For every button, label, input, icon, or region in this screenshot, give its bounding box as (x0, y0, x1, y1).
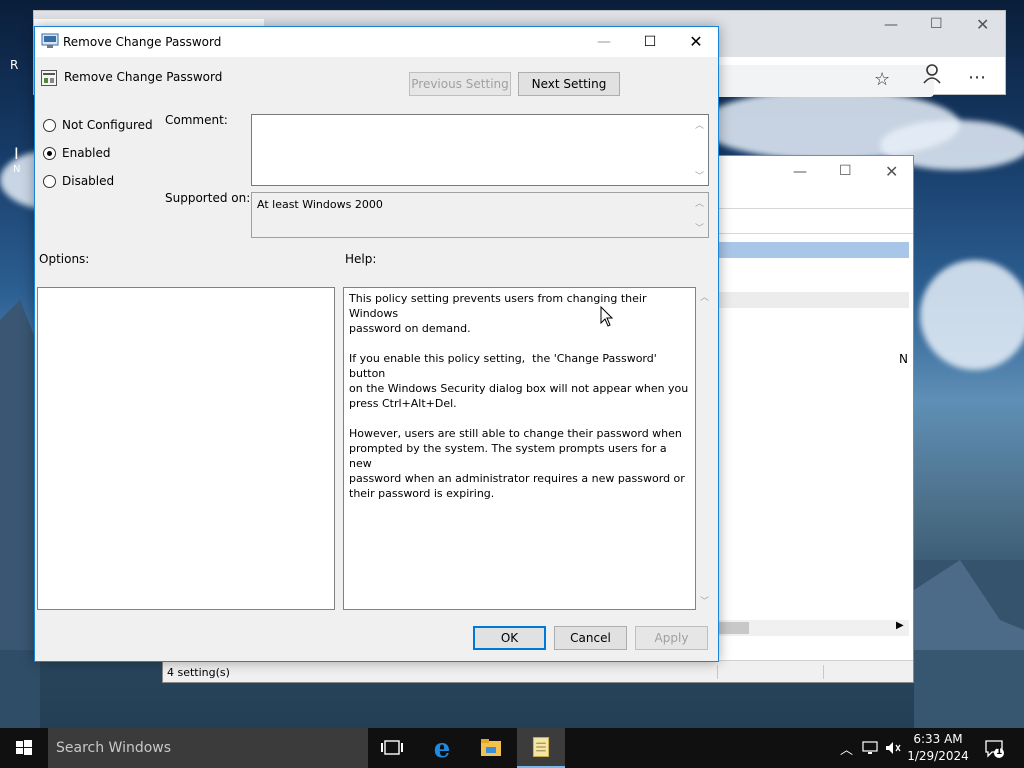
desktop-text-fragment: I (14, 144, 19, 163)
task-view-icon[interactable] (368, 728, 416, 768)
help-scrollbar[interactable]: ︿ ﹀ (696, 287, 713, 610)
options-panel (37, 287, 335, 610)
notepad-icon[interactable] (517, 728, 565, 768)
supported-on-field: At least Windows 2000 ︿ ﹀ (251, 192, 709, 238)
action-center-icon[interactable] (984, 739, 1006, 759)
scroll-down-icon[interactable]: ﹀ (696, 594, 713, 607)
minimize-icon[interactable]: — (581, 27, 627, 57)
radio-button[interactable] (43, 118, 56, 132)
scroll-down-icon[interactable]: ﹀ (691, 221, 708, 234)
comment-label: Comment: (165, 113, 228, 127)
volume-muted-icon[interactable] (884, 740, 902, 756)
radio-disabled[interactable]: Disabled (43, 174, 114, 188)
comment-scrollbar[interactable]: ︿ ﹀ (691, 115, 708, 185)
minimize-icon[interactable]: — (884, 17, 898, 33)
setting-icon (41, 70, 57, 86)
close-icon[interactable]: ✕ (976, 15, 989, 34)
close-icon[interactable]: ✕ (885, 162, 898, 181)
supported-scrollbar[interactable]: ︿ ﹀ (691, 193, 708, 237)
search-placeholder: Search Windows (56, 740, 172, 756)
profile-icon[interactable] (922, 63, 942, 85)
help-text: This policy setting prevents users from … (349, 292, 689, 500)
desktop-text-fragment: N (13, 164, 21, 175)
more-icon[interactable]: ⋯ (968, 67, 987, 88)
taskbar: Search Windows e ︿ 6:33 AM 1/29/2024 1 (0, 728, 1024, 768)
comment-textarea[interactable]: ︿ ﹀ (251, 114, 709, 186)
taskbar-search-box[interactable]: Search Windows (48, 728, 368, 768)
radio-not-configured[interactable]: Not Configured (43, 118, 153, 132)
scroll-up-icon[interactable]: ︿ (691, 118, 708, 131)
radio-button[interactable] (43, 174, 56, 188)
mouse-cursor-icon (600, 306, 614, 327)
apply-button[interactable]: Apply (635, 626, 708, 650)
list-selected-row[interactable] (713, 242, 909, 258)
dialog-title: Remove Change Password (63, 35, 222, 49)
dialog-titlebar[interactable]: Remove Change Password — ☐ ✕ (35, 27, 718, 57)
edge-icon[interactable]: e (418, 728, 466, 768)
status-bar: 4 setting(s) (163, 660, 913, 682)
taskbar-clock[interactable]: 6:33 AM 1/29/2024 (906, 731, 970, 765)
scroll-up-icon[interactable]: ︿ (696, 290, 713, 303)
supported-on-value: At least Windows 2000 (257, 198, 383, 211)
supported-on-label: Supported on: (165, 191, 251, 205)
radio-enabled[interactable]: Enabled (43, 146, 111, 160)
scroll-right-icon[interactable]: ▶ (896, 620, 904, 631)
clock-date: 1/29/2024 (907, 749, 969, 763)
minimize-icon[interactable]: — (793, 164, 807, 180)
radio-label: Disabled (62, 174, 115, 188)
list-row[interactable] (713, 292, 909, 308)
svg-text:e: e (434, 734, 451, 764)
setting-name: Remove Change Password (64, 70, 223, 84)
windows-start-icon[interactable] (0, 728, 48, 768)
desktop-text-fragment: R (10, 58, 19, 72)
radio-button[interactable] (43, 146, 56, 160)
radio-label: Not Configured (62, 118, 153, 132)
scroll-down-icon[interactable]: ﹀ (691, 169, 708, 182)
policy-setting-dialog[interactable]: Remove Change Password — ☐ ✕ Remove Chan… (34, 26, 719, 662)
maximize-icon[interactable]: ☐ (839, 163, 852, 179)
list-column-fragment: N (899, 352, 908, 366)
next-setting-button[interactable]: Next Setting (518, 72, 620, 96)
maximize-icon[interactable]: ☐ (930, 16, 943, 32)
network-icon[interactable] (862, 740, 880, 756)
cancel-button[interactable]: Cancel (554, 626, 627, 650)
scroll-up-icon[interactable]: ︿ (691, 196, 708, 209)
notification-count: 1 (996, 747, 1003, 757)
help-panel[interactable]: This policy setting prevents users from … (343, 287, 696, 610)
help-label: Help: (345, 252, 377, 266)
file-explorer-icon[interactable] (467, 728, 515, 768)
previous-setting-button[interactable]: Previous Setting (409, 72, 511, 96)
status-text: 4 setting(s) (167, 666, 230, 679)
close-icon[interactable]: ✕ (673, 27, 719, 57)
star-icon[interactable]: ☆ (874, 69, 890, 90)
options-label: Options: (39, 252, 90, 266)
maximize-icon[interactable]: ☐ (627, 27, 673, 57)
scrollbar-thumb[interactable] (719, 622, 749, 634)
chevron-up-icon[interactable]: ︿ (840, 739, 853, 758)
ok-button[interactable]: OK (473, 626, 546, 650)
clock-time: 6:33 AM (913, 732, 963, 746)
radio-label: Enabled (62, 146, 111, 160)
policy-icon (41, 33, 59, 48)
